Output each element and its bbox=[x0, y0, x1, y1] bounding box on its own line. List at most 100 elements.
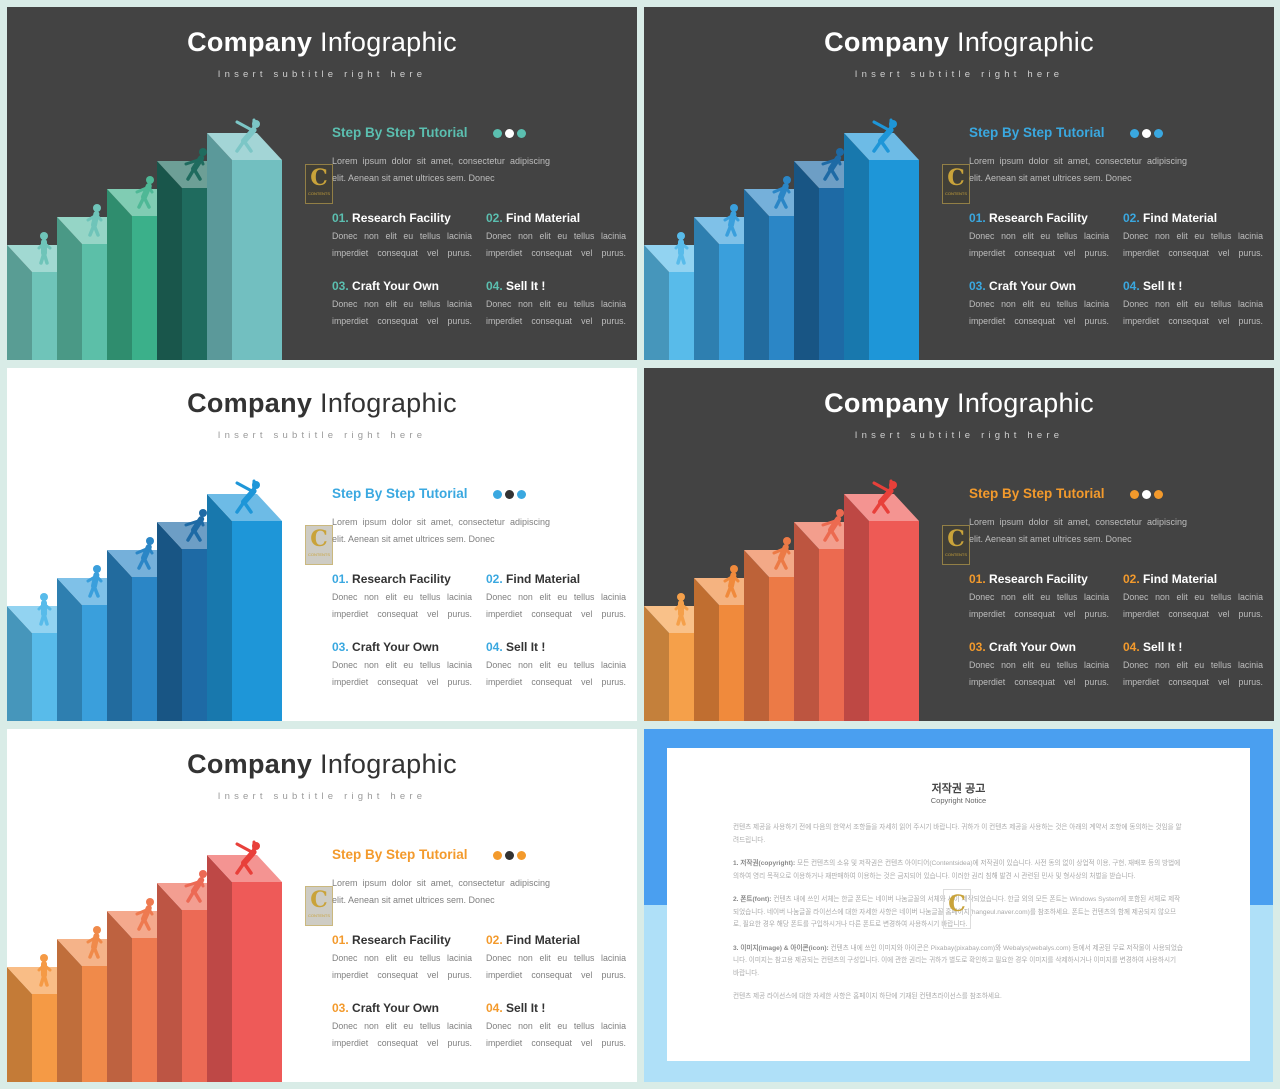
step-title: Find Material bbox=[506, 211, 581, 225]
logo-letter: C bbox=[310, 526, 328, 552]
step-title: Sell It ! bbox=[506, 1001, 546, 1015]
stair-side bbox=[844, 133, 869, 360]
dots-decoration bbox=[1130, 129, 1163, 138]
dots-decoration bbox=[1130, 490, 1163, 499]
infographic-slide-3[interactable]: Company Infographic Insert subtitle right… bbox=[7, 368, 637, 721]
dots-decoration bbox=[493, 490, 526, 499]
staircase-illustration bbox=[7, 840, 282, 1082]
watermark-logo: C CONTENTS bbox=[305, 525, 333, 565]
section-title: Step By Step Tutorial bbox=[969, 125, 1105, 140]
dot bbox=[1154, 490, 1163, 499]
slide-title: Company Infographic bbox=[7, 388, 637, 419]
section-title: Step By Step Tutorial bbox=[332, 486, 468, 501]
stair-side bbox=[844, 494, 869, 721]
title-light: Infographic bbox=[957, 27, 1094, 57]
step-number: 03. bbox=[332, 279, 349, 293]
step-description: Donec non elit eu tellus lacinia imperdi… bbox=[969, 231, 1109, 258]
step-number: 02. bbox=[1123, 211, 1140, 225]
infographic-slide-5[interactable]: Company Infographic Insert subtitle right… bbox=[7, 729, 637, 1082]
title-light: Infographic bbox=[957, 388, 1094, 418]
stair-step-5 bbox=[844, 118, 919, 360]
step-description: Donec non elit eu tellus lacinia imperdi… bbox=[332, 953, 472, 980]
logo-letter: C bbox=[310, 165, 328, 191]
title-bold: Company bbox=[824, 388, 950, 418]
step-title: Sell It ! bbox=[1143, 279, 1183, 293]
step-title: Find Material bbox=[1143, 211, 1218, 225]
dot bbox=[1154, 129, 1163, 138]
stair-step-5 bbox=[207, 118, 282, 360]
infographic-slide-2[interactable]: Company Infographic Insert subtitle right… bbox=[644, 7, 1274, 360]
dot bbox=[517, 129, 526, 138]
staircase-illustration bbox=[644, 479, 919, 721]
logo-caption: CONTENTS bbox=[308, 191, 330, 196]
step-number: 01. bbox=[332, 211, 349, 225]
step-item-3: 03. Craft Your Own Donec non elit eu tel… bbox=[332, 640, 472, 691]
step-item-3: 03. Craft Your Own Donec non elit eu tel… bbox=[969, 279, 1109, 330]
infographic-slide-1[interactable]: Company Infographic Insert subtitle right… bbox=[7, 7, 637, 360]
step-item-4: 04. Sell It ! Donec non elit eu tellus l… bbox=[1123, 279, 1263, 330]
title-light: Infographic bbox=[320, 388, 457, 418]
step-number: 01. bbox=[332, 572, 349, 586]
step-title: Research Facility bbox=[352, 572, 451, 586]
title-light: Infographic bbox=[320, 749, 457, 779]
step-description: Donec non elit eu tellus lacinia imperdi… bbox=[332, 660, 472, 687]
step-number: 03. bbox=[332, 1001, 349, 1015]
step-description: Donec non elit eu tellus lacinia imperdi… bbox=[332, 1021, 472, 1048]
intro-text: Lorem ipsum dolor sit amet, consectetur … bbox=[332, 517, 550, 544]
step-item-2: 02. Find Material Donec non elit eu tell… bbox=[1123, 572, 1263, 623]
step-number: 02. bbox=[486, 933, 503, 947]
step-title: Research Facility bbox=[352, 933, 451, 947]
step-item-4: 04. Sell It ! Donec non elit eu tellus l… bbox=[486, 640, 626, 691]
logo-letter: C bbox=[310, 887, 328, 913]
step-description: Donec non elit eu tellus lacinia imperdi… bbox=[486, 953, 626, 980]
stair-side bbox=[794, 522, 819, 721]
step-number: 01. bbox=[332, 933, 349, 947]
slide-subtitle: Insert subtitle right here bbox=[854, 430, 1064, 441]
stair-front bbox=[869, 521, 919, 721]
dots-decoration bbox=[493, 851, 526, 860]
step-item-1: 01. Research Facility Donec non elit eu … bbox=[332, 933, 472, 984]
infographic-slide-4[interactable]: Company Infographic Insert subtitle right… bbox=[644, 368, 1274, 721]
copyright-subtitle: Copyright Notice bbox=[930, 796, 987, 805]
step-title: Find Material bbox=[506, 933, 581, 947]
dot bbox=[517, 490, 526, 499]
step-title: Sell It ! bbox=[506, 279, 546, 293]
dot bbox=[1142, 129, 1151, 138]
stair-side bbox=[207, 855, 232, 1082]
stair-step-5 bbox=[207, 840, 282, 1082]
watermark-logo: C bbox=[943, 889, 971, 929]
stair-front bbox=[232, 882, 282, 1082]
step-number: 03. bbox=[332, 640, 349, 654]
step-item-3: 03. Craft Your Own Donec non elit eu tel… bbox=[969, 640, 1109, 691]
step-item-1: 01. Research Facility Donec non elit eu … bbox=[969, 572, 1109, 623]
step-title: Sell It ! bbox=[506, 640, 546, 654]
step-description: Donec non elit eu tellus lacinia imperdi… bbox=[486, 660, 626, 687]
section-title: Step By Step Tutorial bbox=[332, 125, 468, 140]
step-description: Donec non elit eu tellus lacinia imperdi… bbox=[969, 660, 1109, 687]
title-bold: Company bbox=[187, 749, 313, 779]
step-item-4: 04. Sell It ! Donec non elit eu tellus l… bbox=[486, 279, 626, 330]
intro-text: Lorem ipsum dolor sit amet, consectetur … bbox=[332, 878, 550, 905]
step-description: Donec non elit eu tellus lacinia imperdi… bbox=[1123, 592, 1263, 619]
dot bbox=[505, 851, 514, 860]
stair-step-5 bbox=[207, 479, 282, 721]
stair-side bbox=[207, 133, 232, 360]
step-title: Research Facility bbox=[989, 572, 1088, 586]
staircase-illustration bbox=[644, 118, 919, 360]
watermark-logo: C CONTENTS bbox=[942, 525, 970, 565]
copyright-paragraph: 컨텐츠 제공 라이선스에 대한 자세한 사항은 홈페이지 하단에 기재된 컨텐츠… bbox=[733, 991, 1183, 1004]
step-number: 04. bbox=[1123, 640, 1140, 654]
slide-title: Company Infographic bbox=[7, 27, 637, 58]
step-title: Research Facility bbox=[989, 211, 1088, 225]
stair-side bbox=[744, 189, 769, 360]
slide-subtitle: Insert subtitle right here bbox=[217, 791, 427, 802]
copyright-card: 저작권 공고 Copyright Notice 컨텐츠 제공을 사용하기 전에 … bbox=[667, 748, 1250, 1061]
paragraph-label: 1. 저작권(copyright): bbox=[733, 860, 796, 867]
logo-caption: CONTENTS bbox=[945, 552, 967, 557]
stair-side bbox=[107, 550, 132, 721]
stair-side bbox=[794, 161, 819, 360]
step-item-2: 02. Find Material Donec non elit eu tell… bbox=[1123, 211, 1263, 262]
step-number: 02. bbox=[1123, 572, 1140, 586]
stair-front bbox=[869, 160, 919, 360]
step-number: 02. bbox=[486, 572, 503, 586]
